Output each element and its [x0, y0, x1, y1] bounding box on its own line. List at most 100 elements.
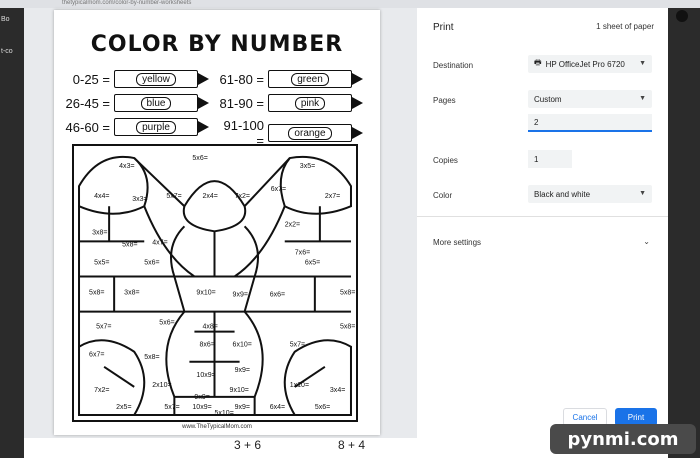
crayon-icon: green	[268, 70, 363, 88]
crayon-icon: purple	[114, 118, 209, 136]
cell-label: 6x7=	[89, 352, 104, 359]
crayon-icon: orange	[268, 124, 363, 142]
cell-label: 3x8=	[92, 229, 107, 236]
pages-label: Pages	[433, 96, 456, 105]
address-bar[interactable]: thetypicalmom.com/color-by-number-worksh…	[62, 0, 191, 6]
destination-select[interactable]: 🖶 HP OfficeJet Pro 6720 ▼	[528, 55, 652, 73]
cell-label: 3x3=	[132, 196, 147, 203]
pages-value: Custom	[534, 94, 562, 104]
cell-label: 5x6=	[159, 320, 174, 327]
chevron-down-icon: ▼	[639, 60, 646, 67]
print-preview-area: COLOR BY NUMBER 0-25 = yellow 61-80 = gr…	[24, 8, 417, 438]
legend-item: 46-60 = purple	[60, 118, 209, 136]
tab-label: t-co	[1, 48, 13, 55]
site-watermark: pynmi.com	[550, 424, 696, 454]
cell-label: 9x9=	[194, 394, 209, 401]
cell-label: 5x7=	[96, 324, 111, 331]
crayon-icon: blue	[114, 94, 209, 112]
destination-value: HP OfficeJet Pro 6720	[545, 59, 625, 69]
crayon-icon: yellow	[114, 70, 209, 88]
left-page-strip: Bo t-co	[0, 8, 24, 458]
legend-range: 46-60 =	[65, 119, 110, 135]
cell-label: 10x9=	[192, 404, 211, 411]
color-select[interactable]: Black and white ▼	[528, 185, 652, 203]
cell-label: 6x7=	[271, 186, 286, 193]
legend-item: 61-80 = green	[214, 70, 363, 88]
cell-label: 5x8=	[144, 354, 159, 361]
cell-label: 4x7=	[152, 239, 167, 246]
cell-label: 1x10=	[290, 382, 309, 389]
color-label: Color	[433, 191, 453, 200]
printer-icon: 🖶	[534, 58, 542, 67]
worksheet-title: COLOR BY NUMBER	[90, 32, 344, 57]
cell-label: 8x6=	[199, 342, 214, 349]
copies-label: Copies	[433, 156, 458, 165]
legend-range: 81-90 =	[219, 95, 264, 111]
cell-label: 4x8=	[202, 324, 217, 331]
copies-input[interactable]: 1	[528, 150, 572, 168]
cell-label: 3x4=	[330, 387, 345, 394]
tab-label[interactable]: Bo	[1, 16, 10, 23]
chevron-down-icon[interactable]: ⌄	[643, 237, 650, 246]
cell-label: 6x4=	[270, 404, 285, 411]
profile-avatar[interactable]	[676, 10, 688, 22]
cell-label: 4x3=	[119, 163, 134, 170]
cell-label: 2x4=	[202, 193, 217, 200]
legend-color: orange	[288, 126, 332, 140]
legend-color: pink	[294, 96, 326, 110]
cell-label: 6x10=	[233, 342, 252, 349]
cell-label: 5x7=	[164, 404, 179, 411]
cell-label: 2x5=	[116, 404, 131, 411]
cell-label: 5x5=	[94, 259, 109, 266]
divider	[417, 216, 668, 217]
chevron-down-icon: ▼	[639, 190, 646, 197]
legend-color: green	[291, 72, 329, 86]
coloring-picture: 4x3= 5x6= 3x5= 4x4= 3x3= 5x7= 2x4= 7x2= 6x7= 2x7=…	[72, 144, 358, 422]
behind-text: 8 + 4	[338, 438, 366, 452]
preview-page: COLOR BY NUMBER 0-25 = yellow 61-80 = gr…	[54, 10, 380, 435]
cell-label: 2x2=	[285, 221, 300, 228]
pages-select[interactable]: Custom ▼	[528, 90, 652, 108]
cell-label: 2x7=	[325, 193, 340, 200]
cell-label: 10x9=	[196, 372, 215, 379]
legend-color: blue	[140, 96, 172, 110]
legend-color: yellow	[136, 72, 176, 86]
cell-label: 5x8=	[340, 290, 355, 297]
cell-label: 6x5=	[305, 259, 320, 266]
cell-label: 5x6=	[315, 404, 330, 411]
cell-label: 9x9=	[235, 404, 250, 411]
cell-label: 9x9=	[233, 292, 248, 299]
cell-label: 7x2=	[235, 193, 250, 200]
right-page-strip	[668, 8, 700, 458]
cell-label: 6x6=	[270, 292, 285, 299]
cell-label: 5x6=	[144, 259, 159, 266]
cell-label: 5x6=	[192, 155, 207, 162]
custom-pages-input[interactable]: 2	[528, 114, 652, 132]
cell-label: 2x10=	[152, 382, 171, 389]
cell-label: 9x10=	[230, 387, 249, 394]
destination-label: Destination	[433, 61, 474, 70]
legend-range: 0-25 =	[72, 71, 110, 87]
crayon-icon: pink	[268, 94, 363, 112]
legend-color: purple	[136, 120, 176, 134]
sheet-count: 1 sheet of paper	[596, 22, 654, 31]
behind-text: 3 + 6	[234, 438, 262, 452]
cell-label: 4x4=	[94, 193, 109, 200]
cell-label: 5x8=	[122, 241, 137, 248]
cell-label: 3x5=	[300, 163, 315, 170]
chevron-down-icon: ▼	[639, 95, 646, 102]
print-settings-panel: Print 1 sheet of paper Destination 🖶 HP …	[417, 8, 668, 438]
panel-title: Print	[433, 22, 454, 33]
cell-label: 9x9=	[235, 367, 250, 374]
cell-label: 5x8=	[89, 290, 104, 297]
legend-range: 61-80 =	[219, 71, 264, 87]
legend-item: 0-25 = yellow	[60, 70, 209, 88]
more-settings-toggle[interactable]: More settings	[433, 238, 481, 247]
legend-item: 81-90 = pink	[214, 94, 363, 112]
flower-vase-drawing: 4x3= 5x6= 3x5= 4x4= 3x3= 5x7= 2x4= 7x2= 6x7= 2x7=…	[78, 155, 355, 417]
cell-label: 5x8=	[340, 324, 355, 331]
worksheet-footer: www.TheTypicalMom.com	[182, 424, 252, 430]
legend-item: 26-45 = blue	[60, 94, 209, 112]
cell-label: 5x10=	[214, 410, 233, 417]
cell-label: 7x2=	[94, 387, 109, 394]
